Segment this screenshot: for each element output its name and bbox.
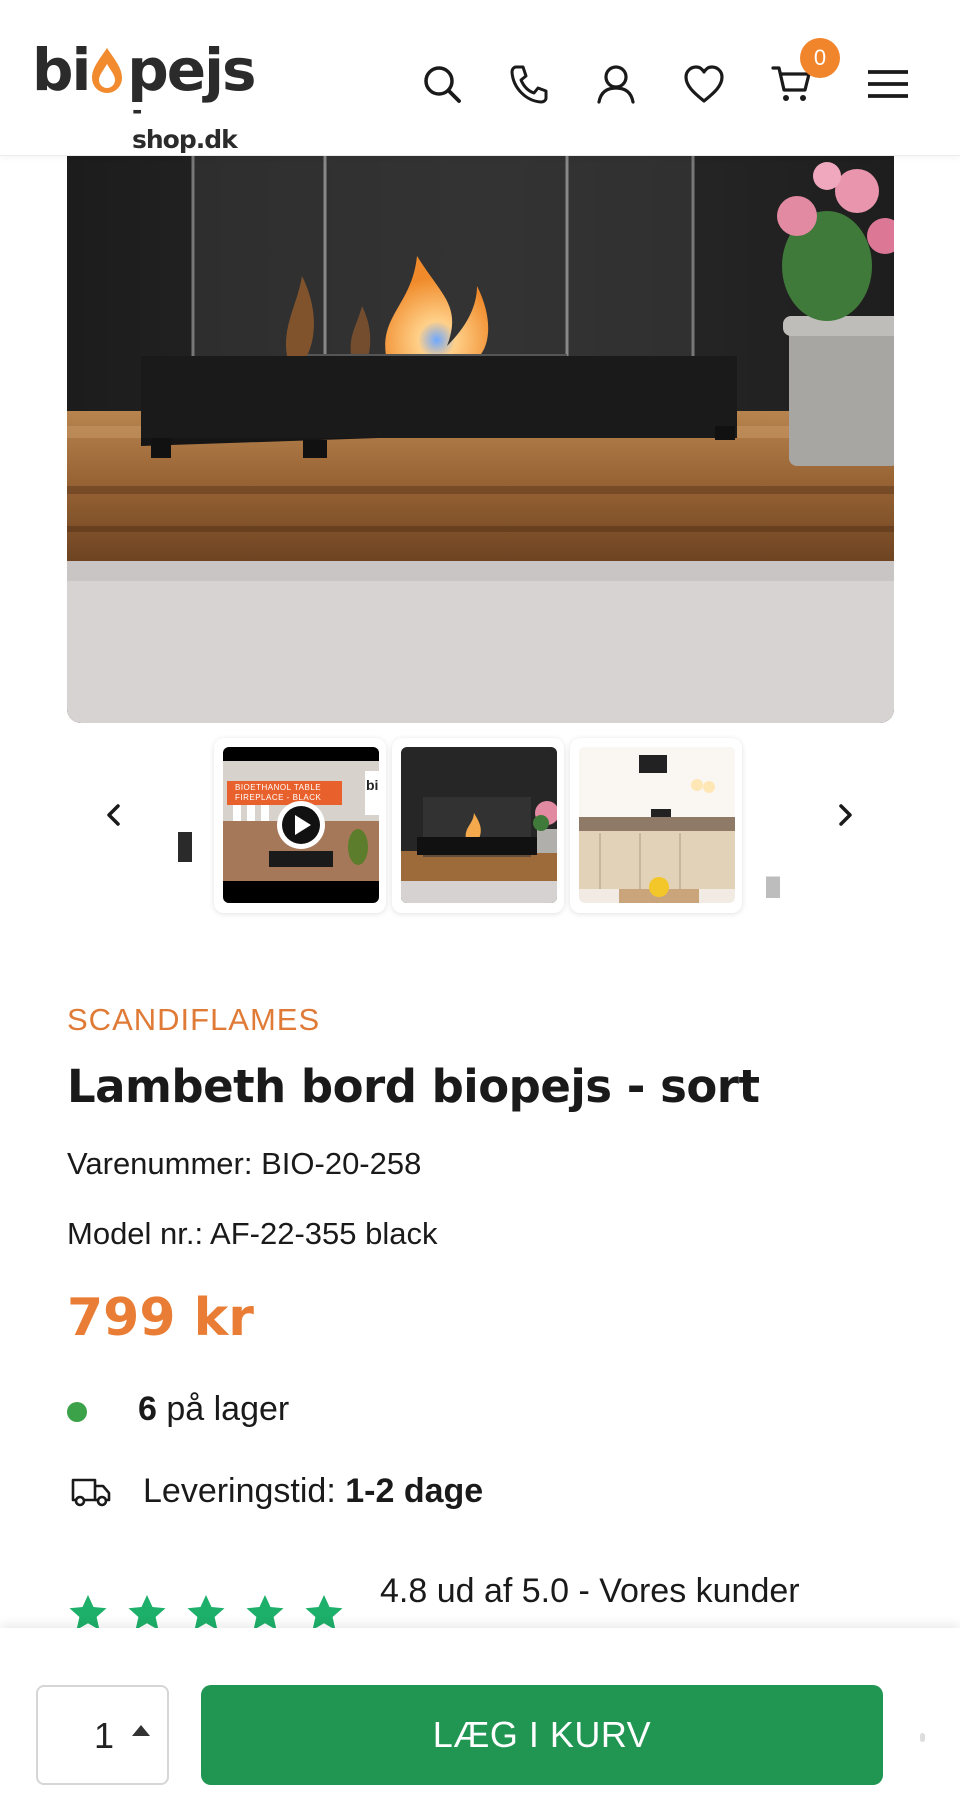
stock-status-dot bbox=[67, 1402, 87, 1422]
cart-count-badge: 0 bbox=[800, 38, 840, 78]
logo-main-text: biopejs bbox=[32, 36, 257, 104]
delivery-value: 1-2 dage bbox=[345, 1472, 484, 1510]
scroll-indicator bbox=[920, 1733, 925, 1742]
phone-icon[interactable] bbox=[507, 62, 551, 106]
chevron-right-icon bbox=[839, 804, 852, 826]
carousel-next-button[interactable] bbox=[820, 790, 870, 840]
thumbnail-video[interactable]: BIOETHANOL TABLE FIREPLACE - BLACK bi bbox=[214, 738, 386, 913]
thumbnail-image-2[interactable] bbox=[392, 738, 564, 913]
product-title: Lambeth bord biopejs - sort bbox=[67, 1060, 760, 1113]
heart-icon[interactable] bbox=[682, 62, 726, 106]
flame-drop-icon bbox=[92, 48, 122, 93]
stock-count: 6 bbox=[138, 1390, 157, 1428]
stock-label: på lager bbox=[156, 1390, 290, 1428]
product-price: 799 kr bbox=[67, 1288, 254, 1348]
thumbnail-image-3[interactable] bbox=[570, 738, 742, 913]
add-to-cart-button[interactable]: LÆG I KURV bbox=[201, 1685, 883, 1785]
site-logo[interactable]: biopejs -shop.dk bbox=[32, 38, 257, 154]
quantity-up-icon[interactable] bbox=[132, 1725, 150, 1736]
chevron-left-icon bbox=[107, 804, 120, 826]
thumbnail-carousel: BIOETHANOL TABLE FIREPLACE - BLACK bi bbox=[0, 738, 960, 918]
delivery-truck-icon bbox=[71, 1478, 111, 1507]
search-icon[interactable] bbox=[420, 62, 464, 106]
video-overlay-line1: BIOETHANOL TABLE bbox=[235, 783, 322, 792]
thumbnail-partial-left[interactable] bbox=[178, 778, 192, 898]
stock-status: 6 på lager bbox=[138, 1390, 289, 1429]
delivery-label: Leveringstid: bbox=[143, 1472, 346, 1510]
thumbnail-partial-right[interactable] bbox=[766, 778, 780, 898]
rating-summary[interactable]: 4.8 ud af 5.0 - Vores kunder bbox=[380, 1572, 800, 1611]
carousel-prev-button[interactable] bbox=[89, 790, 139, 840]
delivery-time: Leveringstid: 1-2 dage bbox=[143, 1472, 483, 1511]
video-corner-text: bi bbox=[366, 777, 379, 793]
video-overlay-line2: FIREPLACE - BLACK bbox=[235, 793, 322, 802]
product-sku: Varenummer: BIO-20-258 bbox=[67, 1146, 422, 1181]
user-icon[interactable] bbox=[594, 62, 638, 106]
menu-icon[interactable] bbox=[866, 62, 910, 106]
add-to-cart-bar: 1 LÆG I KURV bbox=[0, 1628, 960, 1799]
logo-sub-text: -shop.dk bbox=[132, 96, 238, 154]
product-model-number: Model nr.: AF-22-355 black bbox=[67, 1216, 438, 1251]
quantity-value[interactable]: 1 bbox=[94, 1715, 114, 1757]
product-main-image[interactable] bbox=[67, 156, 894, 723]
site-header: biopejs -shop.dk 0 bbox=[0, 0, 960, 156]
quantity-stepper[interactable]: 1 bbox=[36, 1685, 169, 1785]
product-brand-link[interactable]: SCANDIFLAMES bbox=[67, 1002, 320, 1038]
